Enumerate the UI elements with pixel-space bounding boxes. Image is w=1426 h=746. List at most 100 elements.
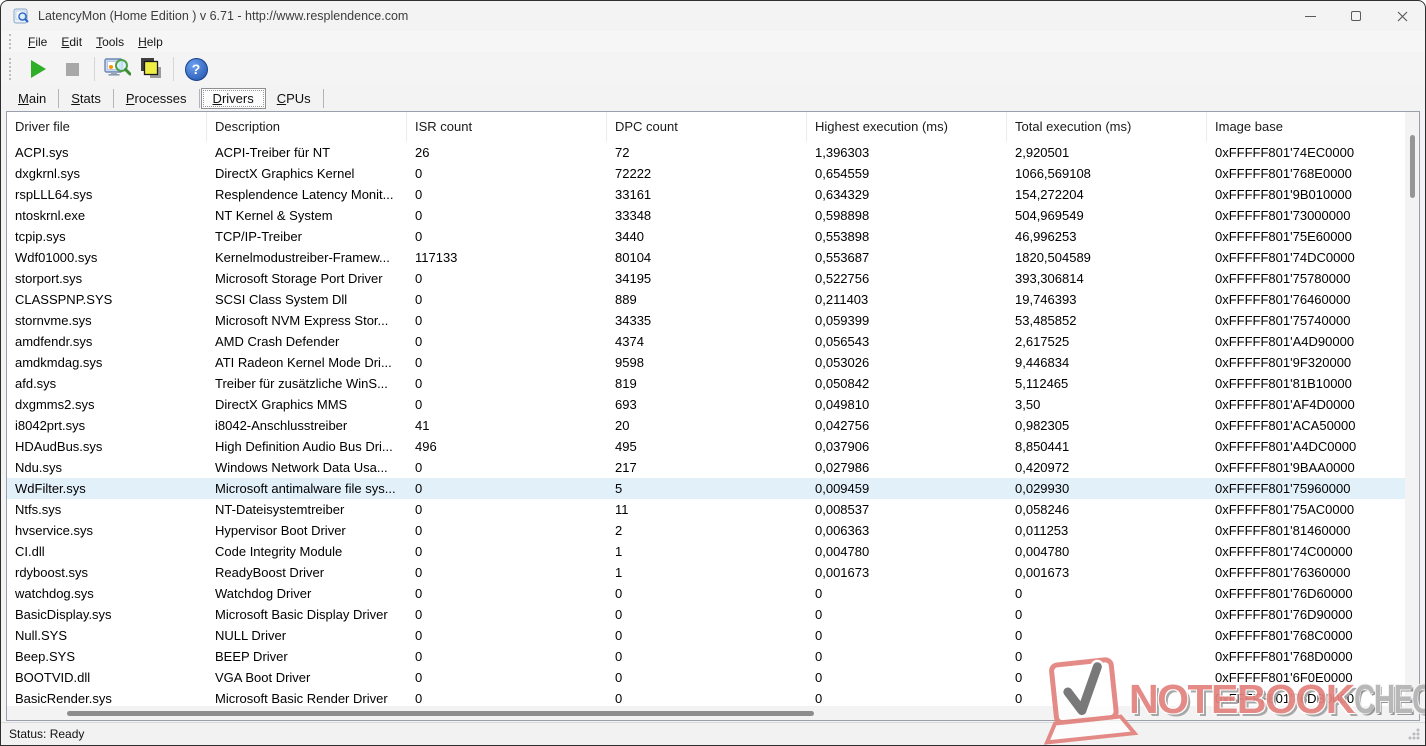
tab-main[interactable]: Main: [7, 89, 57, 108]
table-cell: 0xFFFFF801'74DC0000: [1207, 247, 1419, 268]
vertical-scrollbar[interactable]: [1405, 112, 1419, 706]
table-row[interactable]: hvservice.sysHypervisor Boot Driver020,0…: [7, 520, 1419, 541]
table-row[interactable]: ntoskrnl.exeNT Kernel & System0333480,59…: [7, 205, 1419, 226]
table-row[interactable]: Ndu.sysWindows Network Data Usa...02170,…: [7, 457, 1419, 478]
table-cell: 0xFFFFF801'75960000: [1207, 478, 1419, 499]
table-cell: VGA Boot Driver: [207, 667, 407, 688]
help-button[interactable]: ?: [181, 55, 211, 83]
menu-file[interactable]: File: [21, 33, 54, 51]
table-cell: 46,996253: [1007, 226, 1207, 247]
copy-stacked-squares-icon: [138, 56, 164, 82]
analyze-button[interactable]: [102, 55, 132, 83]
table-cell: NT Kernel & System: [207, 205, 407, 226]
table-row[interactable]: Null.SYSNULL Driver00000xFFFFF801'768C00…: [7, 625, 1419, 646]
table-row[interactable]: dxgkrnl.sysDirectX Graphics Kernel072222…: [7, 163, 1419, 184]
table-cell: 0: [1007, 625, 1207, 646]
table-cell: 0xFFFFF801'ACA50000: [1207, 415, 1419, 436]
minimize-button[interactable]: [1287, 1, 1333, 31]
table-cell: Resplendence Latency Monit...: [207, 184, 407, 205]
table-cell: 0: [407, 478, 607, 499]
table-row[interactable]: Beep.SYSBEEP Driver00000xFFFFF801'768D00…: [7, 646, 1419, 667]
table-cell: 0: [407, 394, 607, 415]
menu-tools[interactable]: Tools: [89, 33, 131, 51]
table-row[interactable]: CI.dllCode Integrity Module010,0047800,0…: [7, 541, 1419, 562]
table-cell: 0: [1007, 667, 1207, 688]
stop-monitor-button[interactable]: [57, 55, 87, 83]
table-cell: 0: [407, 205, 607, 226]
table-row[interactable]: WdFilter.sysMicrosoft antimalware file s…: [7, 478, 1419, 499]
column-header-image-base[interactable]: Image base: [1207, 112, 1419, 142]
table-cell: 0xFFFFF801'76360000: [1207, 562, 1419, 583]
table-cell: 0: [407, 499, 607, 520]
column-header-total-execution[interactable]: Total execution (ms): [1007, 112, 1207, 142]
table-cell: 0xFFFFF801'AF4D0000: [1207, 394, 1419, 415]
resize-grip-icon[interactable]: [1408, 728, 1420, 740]
table-row[interactable]: amdfendr.sysAMD Crash Defender043740,056…: [7, 331, 1419, 352]
table-row[interactable]: tcpip.sysTCP/IP-Treiber034400,55389846,9…: [7, 226, 1419, 247]
table-row[interactable]: amdkmdag.sysATI Radeon Kernel Mode Dri..…: [7, 352, 1419, 373]
vertical-scrollbar-thumb[interactable]: [1410, 135, 1415, 198]
table-row[interactable]: Wdf01000.sysKernelmodustreiber-Framew...…: [7, 247, 1419, 268]
table-cell: 3440: [607, 226, 807, 247]
table-cell: 0: [1007, 646, 1207, 667]
table-cell: High Definition Audio Bus Dri...: [207, 436, 407, 457]
table-row[interactable]: i8042prt.sysi8042-Anschlusstreiber41200,…: [7, 415, 1419, 436]
tab-stats[interactable]: Stats: [60, 89, 112, 108]
maximize-button[interactable]: [1333, 1, 1379, 31]
tab-processes[interactable]: Processes: [115, 89, 198, 108]
table-cell: Ntfs.sys: [7, 499, 207, 520]
table-cell: 889: [607, 289, 807, 310]
tab-drivers[interactable]: Drivers: [201, 88, 266, 109]
table-row[interactable]: CLASSPNP.SYSSCSI Class System Dll08890,2…: [7, 289, 1419, 310]
column-header-driver-file[interactable]: Driver file: [7, 112, 207, 142]
close-icon: [1397, 11, 1408, 22]
table-cell: amdfendr.sys: [7, 331, 207, 352]
column-header-description[interactable]: Description: [207, 112, 407, 142]
table-cell: 0,058246: [1007, 499, 1207, 520]
table-row[interactable]: watchdog.sysWatchdog Driver00000xFFFFF80…: [7, 583, 1419, 604]
table-row[interactable]: dxgmms2.sysDirectX Graphics MMS06930,049…: [7, 394, 1419, 415]
table-row[interactable]: storport.sysMicrosoft Storage Port Drive…: [7, 268, 1419, 289]
close-button[interactable]: [1379, 1, 1425, 31]
table-row[interactable]: stornvme.sysMicrosoft NVM Express Stor..…: [7, 310, 1419, 331]
table-cell: Wdf01000.sys: [7, 247, 207, 268]
table-cell: 1820,504589: [1007, 247, 1207, 268]
table-row[interactable]: BasicDisplay.sysMicrosoft Basic Display …: [7, 604, 1419, 625]
start-monitor-button[interactable]: [23, 55, 53, 83]
tab-cpus[interactable]: CPUs: [266, 89, 322, 108]
table-cell: 0xFFFFF801'A4DC0000: [1207, 436, 1419, 457]
table-cell: TCP/IP-Treiber: [207, 226, 407, 247]
table-cell: 0,027986: [807, 457, 1007, 478]
table-row[interactable]: rdyboost.sysReadyBoost Driver010,0016730…: [7, 562, 1419, 583]
table-cell: 80104: [607, 247, 807, 268]
table-row[interactable]: rspLLL64.sysResplendence Latency Monit..…: [7, 184, 1419, 205]
table-cell: 0: [807, 583, 1007, 604]
table-row[interactable]: HDAudBus.sysHigh Definition Audio Bus Dr…: [7, 436, 1419, 457]
column-header-highest-execution[interactable]: Highest execution (ms): [807, 112, 1007, 142]
table-cell: 2: [607, 520, 807, 541]
table-cell: 0: [407, 604, 607, 625]
tab-bar: Main Stats Processes Drivers CPUs: [1, 86, 1425, 111]
table-row[interactable]: BOOTVID.dllVGA Boot Driver00000xFFFFF801…: [7, 667, 1419, 688]
horizontal-scrollbar-thumb[interactable]: [67, 711, 814, 716]
table-cell: 0: [407, 289, 607, 310]
table-cell: 19,746393: [1007, 289, 1207, 310]
table-cell: 0,037906: [807, 436, 1007, 457]
table-cell: 0: [407, 331, 607, 352]
column-header-dpc-count[interactable]: DPC count: [607, 112, 807, 142]
menu-edit[interactable]: Edit: [54, 33, 89, 51]
table-cell: NT-Dateisystemtreiber: [207, 499, 407, 520]
table-row[interactable]: afd.sysTreiber für zusätzliche WinS...08…: [7, 373, 1419, 394]
horizontal-scrollbar[interactable]: [7, 706, 1405, 720]
table-row[interactable]: ACPI.sysACPI-Treiber für NT26721,3963032…: [7, 142, 1419, 163]
copy-report-button[interactable]: [136, 55, 166, 83]
maximize-icon: [1351, 11, 1361, 21]
table-cell: 33348: [607, 205, 807, 226]
table-cell: 0,050842: [807, 373, 1007, 394]
menu-help[interactable]: Help: [131, 33, 170, 51]
table-row[interactable]: Ntfs.sysNT-Dateisystemtreiber0110,008537…: [7, 499, 1419, 520]
table-cell: i8042prt.sys: [7, 415, 207, 436]
column-header-isr-count[interactable]: ISR count: [407, 112, 607, 142]
table-cell: 0,553898: [807, 226, 1007, 247]
stop-icon: [66, 63, 79, 76]
